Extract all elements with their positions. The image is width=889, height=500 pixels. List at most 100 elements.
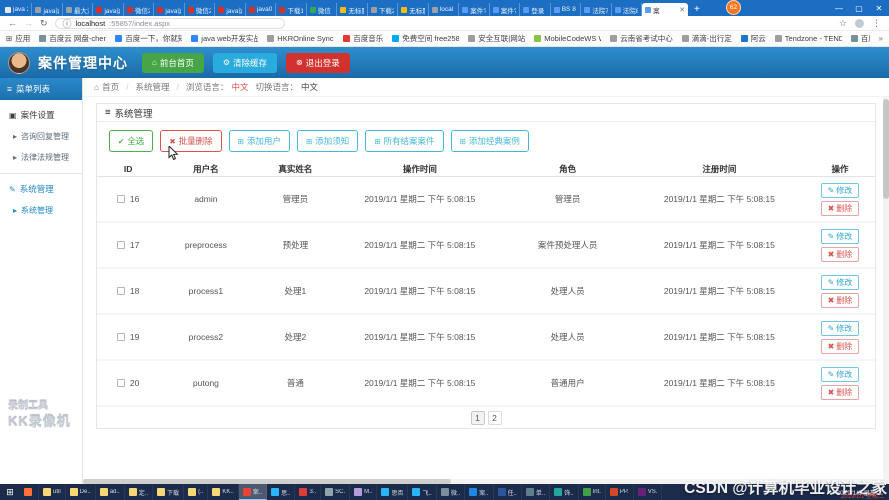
taskbar-item[interactable]: SC. <box>321 484 350 500</box>
page-number-button[interactable]: 1 <box>471 411 485 425</box>
header-action-button[interactable]: ⌂ 前台首页 <box>142 53 204 73</box>
bookmark-item[interactable]: 阿云 <box>741 33 766 44</box>
taskbar-item[interactable]: KK.. <box>208 484 238 500</box>
header-action-button[interactable]: ⊗ 退出登录 <box>286 53 350 73</box>
edit-button[interactable]: ✎修改 <box>821 367 859 382</box>
browser-tab[interactable]: 微信2 ✕ <box>185 3 215 16</box>
breadcrumb-home[interactable]: ⌂首页 <box>94 81 119 93</box>
browser-tab[interactable]: java0 ✕ <box>246 3 276 16</box>
edit-button[interactable]: ✎修改 <box>821 229 859 244</box>
delete-button[interactable]: ✖删除 <box>821 293 859 308</box>
forward-icon[interactable]: → <box>24 18 33 28</box>
taskbar-item[interactable]: VS. <box>634 484 663 500</box>
bookmark-star-icon[interactable]: ☆ <box>839 18 847 29</box>
row-checkbox[interactable] <box>117 333 125 341</box>
taskbar-item[interactable]: 案.. <box>465 484 493 500</box>
taskbar-item[interactable]: 3.. <box>295 484 321 500</box>
profile-icon[interactable] <box>855 19 864 28</box>
vertical-scrollbar[interactable] <box>883 97 889 484</box>
browser-tab[interactable]: 法院8 ✕ <box>612 3 642 16</box>
toolbar-button[interactable]: ⊞ 添加经典案例 <box>451 130 529 152</box>
browser-tab[interactable]: 微信2 ✕ <box>124 3 154 16</box>
browser-tab[interactable]: java试 ✕ <box>154 3 184 16</box>
row-checkbox[interactable] <box>117 379 125 387</box>
bookmark-item[interactable]: 百度云 网盘-cheng <box>39 33 106 44</box>
taskbar-item[interactable]: 思否 <box>377 484 408 500</box>
browser-menu-icon[interactable]: ⋮ <box>872 18 881 29</box>
tab-close-icon[interactable]: ✕ <box>679 6 685 14</box>
edit-button[interactable]: ✎修改 <box>821 275 859 290</box>
browser-tab[interactable]: java试 ✕ <box>32 3 62 16</box>
window-control-button[interactable]: ▢ <box>849 4 869 13</box>
taskbar-item[interactable]: 下载 <box>153 484 184 500</box>
browser-tab[interactable]: 下载2 ✕ <box>368 3 398 16</box>
row-checkbox[interactable] <box>117 241 125 249</box>
browser-tab[interactable]: 法院7 ✕ <box>581 3 611 16</box>
start-button[interactable]: ⊞ <box>0 484 20 500</box>
taskbar-item[interactable]: ad.. <box>96 484 125 500</box>
window-control-button[interactable]: — <box>829 4 849 13</box>
sidebar-item[interactable]: ▸ 法律法规管理 <box>0 147 82 168</box>
taskbar-item[interactable]: 定.. <box>125 484 153 500</box>
breadcrumb-section[interactable]: 系统管理 <box>136 81 170 93</box>
toolbar-button[interactable]: ⊞ 添加用户 <box>229 130 290 152</box>
vertical-scrollbar-thumb[interactable] <box>883 99 889 199</box>
browser-tab[interactable]: 登录 ✕ <box>520 3 550 16</box>
toolbar-button[interactable]: ✔ 全选 <box>109 130 153 152</box>
delete-button[interactable]: ✖删除 <box>821 339 859 354</box>
bookmark-item[interactable]: 滴滴-出行定 <box>682 33 732 44</box>
taskbar-item[interactable]: PP. <box>606 484 634 500</box>
url-input[interactable]: ⓘ localhost:55857/index.aspx <box>55 18 285 29</box>
taskbar-item[interactable]: Int. <box>579 484 606 500</box>
bookmark-item[interactable]: 免费空间 free258.c <box>392 33 459 44</box>
browser-tab[interactable]: 无标题 ✕ <box>398 3 428 16</box>
view-language-value[interactable]: 中文 <box>231 81 248 93</box>
window-control-button[interactable]: ✕ <box>869 4 889 13</box>
taskbar-item[interactable]: 微.. <box>437 484 465 500</box>
header-action-button[interactable]: ⚙ 清除缓存 <box>213 53 277 73</box>
delete-button[interactable]: ✖删除 <box>821 201 859 216</box>
sidebar-item[interactable]: ▸ 系统管理 <box>0 200 82 221</box>
edit-button[interactable]: ✎修改 <box>821 183 859 198</box>
sidebar-item[interactable]: ▣ 案件设置 <box>0 100 82 126</box>
browser-tab[interactable]: 案件? ✕ <box>490 3 520 16</box>
bookmark-item[interactable]: HKROnline Synchr <box>267 34 334 43</box>
browser-tab[interactable]: 案件? ✕ <box>459 3 489 16</box>
taskbar-item[interactable]: (.. <box>184 484 208 500</box>
browser-tab[interactable]: java试 ✕ <box>215 3 245 16</box>
browser-tab[interactable]: BS 8 ✕ <box>551 3 581 16</box>
taskbar-item[interactable]: 思.. <box>267 484 295 500</box>
browser-tab[interactable]: 下载1 ✕ <box>276 3 306 16</box>
reload-icon[interactable]: ↻ <box>40 18 48 29</box>
bookmark-item[interactable]: 百度云 网盘-bagal <box>851 33 870 44</box>
taskbar-item[interactable]: De.. <box>66 484 96 500</box>
bookmark-item[interactable]: 云南省考试中心 <box>610 33 673 44</box>
browser-tab[interactable]: 最大洗 ✕ <box>63 3 93 16</box>
taskbar-item[interactable]: 单.. <box>522 484 550 500</box>
toolbar-button[interactable]: ⊞ 所有结案案件 <box>365 130 443 152</box>
browser-tab[interactable]: java试 ✕ <box>93 3 123 16</box>
bookmarks-overflow-icon[interactable]: » <box>879 34 883 43</box>
taskbar-item[interactable]: 任.. <box>494 484 522 500</box>
delete-button[interactable]: ✖删除 <box>821 247 859 262</box>
taskbar-item[interactable]: util <box>39 484 66 500</box>
sidebar-item[interactable]: ✎ 系统管理 <box>0 173 82 200</box>
bookmark-item[interactable]: java web开发实战I <box>191 33 258 44</box>
taskbar-item[interactable] <box>20 484 39 500</box>
browser-tab[interactable]: java 2 ✕ <box>2 3 32 16</box>
browser-tab[interactable]: 无标题 ✕ <box>337 3 367 16</box>
bookmark-item[interactable]: 百度一下，你就知道 <box>115 33 182 44</box>
new-tab-button[interactable]: + <box>688 4 706 16</box>
delete-button[interactable]: ✖删除 <box>821 385 859 400</box>
browser-tab[interactable]: 案 ✕ <box>642 3 688 16</box>
browser-tab[interactable]: 微信 ✕ <box>307 3 337 16</box>
site-info-icon[interactable]: ⓘ <box>63 17 72 30</box>
bookmark-item[interactable]: 安全互联|网站 <box>468 33 525 44</box>
browser-tab[interactable]: local ✕ <box>429 3 459 16</box>
switch-language-value[interactable]: 中文 <box>301 81 318 93</box>
sidebar-item[interactable]: ▸ 咨询回复管理 <box>0 126 82 147</box>
taskbar-item[interactable]: 飞.. <box>408 484 436 500</box>
row-checkbox[interactable] <box>117 287 125 295</box>
apps-shortcut[interactable]: ⊞应用 <box>6 33 30 44</box>
bookmark-item[interactable]: 百度音乐 <box>343 33 383 44</box>
